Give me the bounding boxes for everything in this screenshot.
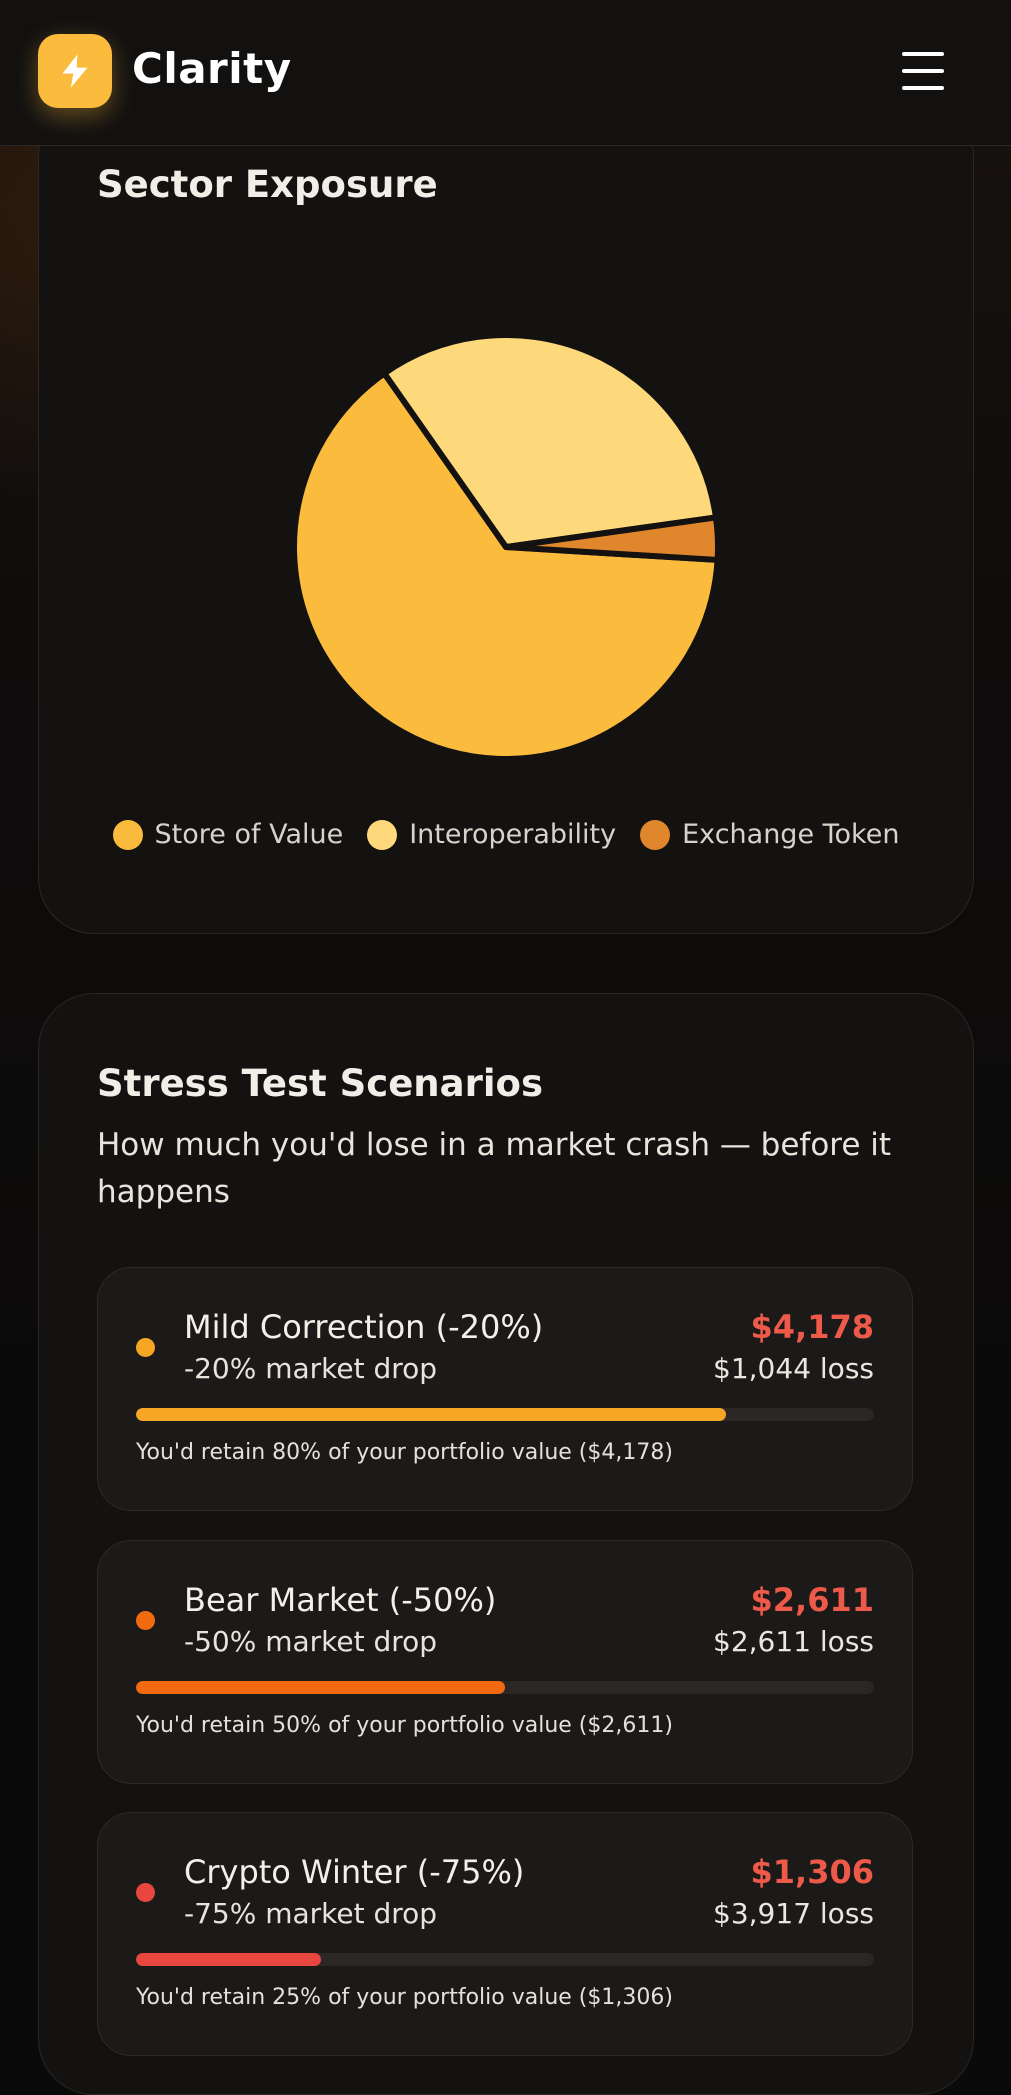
scenario-card-crypto-winter[interactable]: Crypto Winter (-75%) -75% market drop $1…: [97, 1812, 913, 2056]
scenario-note: You'd retain 25% of your portfolio value…: [136, 1985, 673, 2010]
scenario-status-dot: [136, 1611, 155, 1630]
scenario-value: $2,611: [750, 1581, 874, 1619]
legend-item-exchange-token[interactable]: Exchange Token: [640, 819, 899, 850]
scenario-progress-track: [136, 1953, 874, 1966]
scenario-drop: -75% market drop: [184, 1897, 438, 1930]
stress-test-card: Stress Test Scenarios How much you'd los…: [38, 993, 974, 2095]
stress-test-title: Stress Test Scenarios: [97, 1062, 543, 1105]
sector-pie-chart: [291, 332, 721, 762]
legend-swatch: [367, 819, 398, 850]
scenario-progress-fill: [136, 1408, 727, 1421]
scenario-name: Bear Market (-50%): [184, 1581, 497, 1619]
scenario-name: Crypto Winter (-75%): [184, 1853, 525, 1891]
app-logo[interactable]: [38, 34, 112, 108]
scenario-drop: -50% market drop: [184, 1625, 438, 1658]
scenario-note: You'd retain 50% of your portfolio value…: [136, 1713, 673, 1738]
app-header: Clarity: [0, 0, 1011, 146]
sector-pie-chart-wrap: [39, 101, 973, 933]
legend-swatch: [112, 819, 143, 850]
scenario-card-bear-market[interactable]: Bear Market (-50%) -50% market drop $2,6…: [97, 1540, 913, 1784]
scenario-progress-track: [136, 1681, 874, 1694]
scenario-card-mild-correction[interactable]: Mild Correction (-20%) -20% market drop …: [97, 1267, 913, 1511]
scenario-progress-fill: [136, 1681, 505, 1694]
scenario-loss: $1,044 loss: [713, 1352, 874, 1385]
lightning-bolt-icon: [62, 54, 88, 88]
sector-exposure-card: Sector Exposure Store of Value Interopera…: [38, 100, 974, 934]
scenario-loss: $3,917 loss: [713, 1897, 874, 1930]
legend-item-store-of-value[interactable]: Store of Value: [112, 819, 344, 850]
scenario-note: You'd retain 80% of your portfolio value…: [136, 1440, 673, 1465]
legend-label: Interoperability: [409, 819, 617, 850]
legend-label: Store of Value: [154, 819, 344, 850]
legend-swatch: [640, 819, 671, 850]
scenario-drop: -20% market drop: [184, 1352, 438, 1385]
scenario-status-dot: [136, 1338, 155, 1357]
scenario-progress-fill: [136, 1953, 321, 1966]
scenario-value: $1,306: [750, 1853, 874, 1891]
app-name: Clarity: [132, 44, 292, 93]
scenario-name: Mild Correction (-20%): [184, 1308, 544, 1346]
scenario-loss: $2,611 loss: [713, 1625, 874, 1658]
hamburger-menu-icon[interactable]: [898, 48, 948, 94]
legend-label: Exchange Token: [682, 819, 900, 850]
scenario-value: $4,178: [750, 1308, 874, 1346]
sector-legend: Store of Value Interoperability Exchange T…: [39, 819, 973, 850]
scenario-progress-track: [136, 1408, 874, 1421]
stress-test-subtitle: How much you'd lose in a market crash — …: [97, 1127, 892, 1210]
scenario-status-dot: [136, 1883, 155, 1902]
legend-item-interoperability[interactable]: Interoperability: [367, 819, 616, 850]
